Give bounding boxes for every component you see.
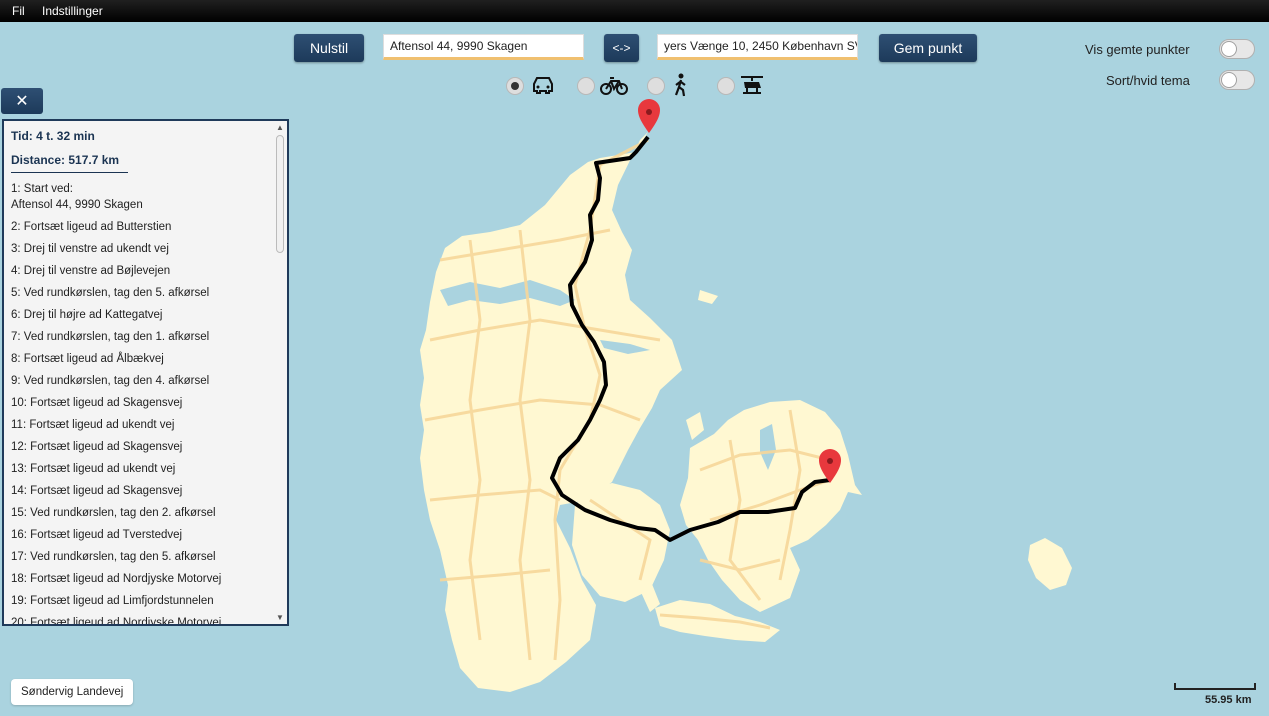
- route-time: Tid: 4 t. 32 min: [11, 129, 95, 143]
- save-point-button[interactable]: Gem punkt: [879, 34, 977, 62]
- show-saved-points-label: Vis gemte punkter: [1085, 42, 1190, 57]
- panel-scrollbar[interactable]: ▲ ▼: [275, 123, 285, 622]
- menu-bar: Fil Indstillinger: [0, 0, 1269, 22]
- direction-step[interactable]: 4: Drej til venstre ad Bøjlevejen: [11, 263, 170, 279]
- scale-label: 55.95 km: [1205, 694, 1252, 706]
- helicopter-icon: [741, 76, 763, 94]
- menu-file[interactable]: Fil: [12, 4, 25, 18]
- scroll-up-icon[interactable]: ▲: [275, 123, 285, 132]
- close-panel-button[interactable]: ✕: [1, 88, 43, 114]
- car-mode-radio[interactable]: [506, 77, 524, 95]
- bw-theme-label: Sort/hvid tema: [1106, 73, 1190, 88]
- direction-step[interactable]: 14: Fortsæt ligeud ad Skagensvej: [11, 483, 182, 499]
- helicopter-mode-radio[interactable]: [717, 77, 735, 95]
- direction-step[interactable]: 3: Drej til venstre ad ukendt vej: [11, 241, 169, 257]
- bicycle-icon: [600, 77, 628, 95]
- direction-step[interactable]: 10: Fortsæt ligeud ad Skagensvej: [11, 395, 182, 411]
- direction-step[interactable]: 13: Fortsæt ligeud ad ukendt vej: [11, 461, 175, 477]
- walking-mode-radio[interactable]: [647, 77, 665, 95]
- direction-step[interactable]: Aftensol 44, 9990 Skagen: [11, 197, 143, 213]
- direction-step[interactable]: 8: Fortsæt ligeud ad Ålbækvej: [11, 351, 164, 367]
- direction-step[interactable]: 20: Fortsæt ligeud ad Nordjyske Motorvej: [11, 615, 221, 624]
- direction-step[interactable]: 15: Ved rundkørslen, tag den 2. afkørsel: [11, 505, 216, 521]
- direction-step[interactable]: 2: Fortsæt ligeud ad Butterstien: [11, 219, 171, 235]
- direction-step[interactable]: 11: Fortsæt ligeud ad ukendt vej: [11, 417, 174, 433]
- reset-button[interactable]: Nulstil: [294, 34, 364, 62]
- swap-button[interactable]: <->: [604, 34, 639, 62]
- direction-step[interactable]: 12: Fortsæt ligeud ad Skagensvej: [11, 439, 182, 455]
- direction-step[interactable]: 17: Ved rundkørslen, tag den 5. afkørsel: [11, 549, 216, 565]
- direction-step[interactable]: 5: Ved rundkørslen, tag den 5. afkørsel: [11, 285, 209, 301]
- direction-step[interactable]: 6: Drej til højre ad Kattegatvej: [11, 307, 163, 323]
- walking-icon: [674, 73, 686, 97]
- show-saved-points-toggle[interactable]: [1219, 39, 1255, 59]
- menu-settings[interactable]: Indstillinger: [42, 4, 103, 18]
- direction-step[interactable]: 16: Fortsæt ligeud ad Tverstedvej: [11, 527, 182, 543]
- scroll-down-icon[interactable]: ▼: [275, 613, 285, 622]
- direction-step[interactable]: 1: Start ved:: [11, 181, 73, 197]
- car-icon: [533, 77, 553, 94]
- distance-underline: [11, 172, 128, 173]
- bw-theme-toggle[interactable]: [1219, 70, 1255, 90]
- direction-step[interactable]: 7: Ved rundkørslen, tag den 1. afkørsel: [11, 329, 209, 345]
- scrollbar-thumb[interactable]: [276, 135, 284, 253]
- direction-step[interactable]: 18: Fortsæt ligeud ad Nordjyske Motorvej: [11, 571, 221, 587]
- route-distance: Distance: 517.7 km: [11, 153, 120, 167]
- direction-step[interactable]: 9: Ved rundkørslen, tag den 4. afkørsel: [11, 373, 209, 389]
- current-road-label: Søndervig Landevej: [11, 679, 134, 705]
- direction-step[interactable]: 19: Fortsæt ligeud ad Limfjordstunnelen: [11, 593, 214, 609]
- bicycle-mode-radio[interactable]: [577, 77, 595, 95]
- from-address-input[interactable]: Aftensol 44, 9990 Skagen: [383, 34, 584, 60]
- route-directions-panel: Tid: 4 t. 32 min Distance: 517.7 km 1: S…: [2, 119, 289, 626]
- to-address-input[interactable]: yers Vænge 10, 2450 København SV: [657, 34, 858, 60]
